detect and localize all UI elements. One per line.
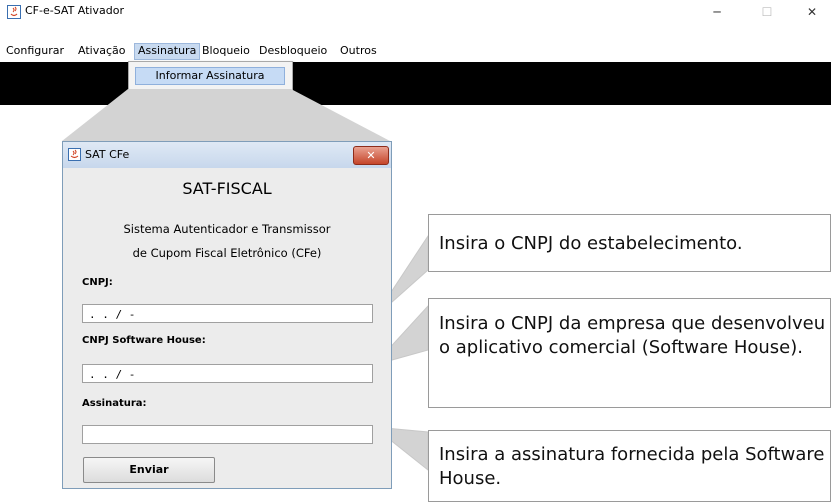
- dialog-close-button[interactable]: ✕: [353, 146, 389, 165]
- dialog-subtitle-line2: de Cupom Fiscal Eletrônico (CFe): [132, 246, 322, 260]
- close-button[interactable]: ✕: [797, 2, 827, 22]
- menu-item-informar-assinatura[interactable]: Informar Assinatura: [135, 67, 285, 85]
- menu-configurar[interactable]: Configurar: [3, 44, 67, 57]
- callout-software-house: Insira o CNPJ da empresa que desenvolveu…: [428, 298, 831, 408]
- maximize-button[interactable]: ☐: [752, 2, 782, 22]
- assinatura-label: Assinatura:: [82, 398, 147, 409]
- dialog-heading: SAT-FISCAL: [182, 179, 272, 198]
- software-house-label: CNPJ Software House:: [82, 335, 206, 346]
- menu-desbloqueio[interactable]: Desbloqueio: [256, 44, 330, 57]
- send-button[interactable]: Enviar: [83, 457, 215, 483]
- minimize-button[interactable]: ─: [702, 2, 732, 22]
- menu-outros[interactable]: Outros: [337, 44, 380, 57]
- software-house-cnpj-field[interactable]: . . / -: [82, 364, 373, 383]
- cnpj-field[interactable]: . . / -: [82, 304, 373, 323]
- java-app-icon: [68, 148, 81, 161]
- sat-cfe-dialog: SAT CFe ✕ SAT-FISCAL Sistema Autenticado…: [62, 141, 392, 489]
- dialog-title: SAT CFe: [85, 148, 130, 161]
- dialog-subtitle-line1: Sistema Autenticador e Transmissor: [123, 222, 331, 236]
- menu-ativacao[interactable]: Ativação: [75, 44, 128, 57]
- assinatura-field[interactable]: [82, 425, 373, 444]
- callout-cnpj: Insira o CNPJ do estabelecimento.: [428, 214, 831, 272]
- callout-assinatura: Insira a assinatura fornecida pela Softw…: [428, 430, 831, 502]
- assinatura-dropdown: Informar Assinatura: [128, 61, 293, 91]
- content-area: [0, 62, 831, 105]
- window-title: CF-e-SAT Ativador: [25, 4, 124, 17]
- menu-assinatura[interactable]: Assinatura: [134, 43, 201, 60]
- java-app-icon: [7, 5, 21, 19]
- menu-bloqueio[interactable]: Bloqueio: [199, 44, 253, 57]
- cnpj-label: CNPJ:: [82, 277, 113, 288]
